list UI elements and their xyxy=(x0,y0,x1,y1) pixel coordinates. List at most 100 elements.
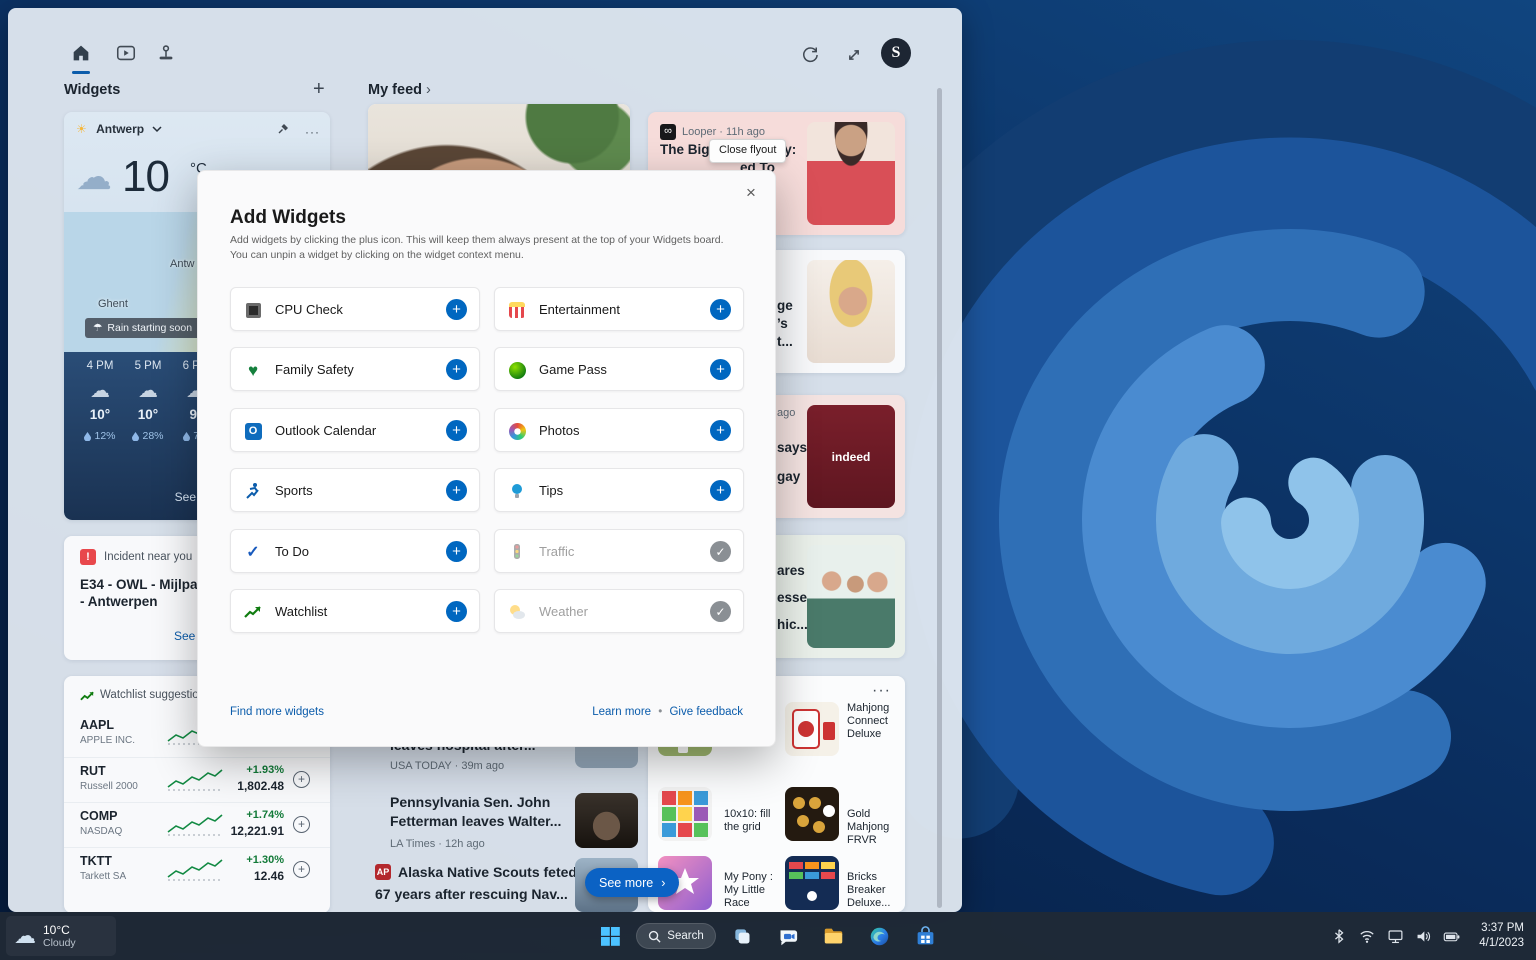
sparkline xyxy=(166,857,224,883)
game-thumbnail xyxy=(658,787,712,841)
map-city-label: Ghent xyxy=(98,298,128,310)
article-image xyxy=(807,260,895,363)
taskbar: ☁ 10°C Cloudy Search xyxy=(0,912,1536,960)
weather-location[interactable]: Antwerp xyxy=(96,122,144,136)
raindrop-icon xyxy=(132,432,139,441)
network-icon[interactable] xyxy=(1355,922,1379,950)
start-button[interactable] xyxy=(590,916,630,956)
wifi-glyph xyxy=(1359,928,1375,944)
desktop-wallpaper xyxy=(900,0,1536,960)
map-city-label: Antw xyxy=(170,258,194,270)
volume-icon[interactable] xyxy=(1411,922,1435,950)
chevron-down-icon[interactable] xyxy=(152,126,162,133)
pin-icon[interactable] xyxy=(276,122,290,136)
my-feed-header[interactable]: My feed › xyxy=(368,82,431,98)
watchlist-row[interactable]: TKTT Tarkett SA +1.30% 12.46 + xyxy=(64,847,330,892)
dialog-title: Add Widgets xyxy=(230,207,346,229)
display-icon[interactable] xyxy=(1383,922,1407,950)
video-icon xyxy=(115,42,137,64)
widget-added-indicator: ✓ xyxy=(710,541,731,562)
file-explorer-button[interactable] xyxy=(814,916,854,956)
watchlist-row[interactable]: RUT Russell 2000 +1.93% 1,802.48 + xyxy=(64,757,330,802)
umbrella-icon: ☂ xyxy=(93,322,102,334)
add-to-watchlist-button[interactable]: + xyxy=(293,771,310,788)
media-tab[interactable] xyxy=(109,36,143,70)
game-tile[interactable] xyxy=(785,856,839,910)
add-widget-button[interactable]: + xyxy=(710,480,731,501)
add-widget-header-button[interactable]: + xyxy=(313,79,325,99)
give-feedback-link[interactable]: Give feedback xyxy=(669,706,743,718)
store-icon xyxy=(915,926,936,947)
sparkline xyxy=(166,812,224,838)
current-temperature: 10 xyxy=(122,152,169,202)
add-widget-button[interactable]: + xyxy=(446,480,467,501)
board-scrollbar[interactable] xyxy=(937,88,942,908)
game-tile[interactable] xyxy=(658,787,712,841)
add-widget-button[interactable]: + xyxy=(446,541,467,562)
add-widget-button[interactable]: + xyxy=(710,299,731,320)
task-view-button[interactable] xyxy=(722,916,762,956)
raindrop-icon xyxy=(84,432,91,441)
close-flyout-tooltip: Close flyout xyxy=(709,139,786,163)
account-avatar[interactable]: S xyxy=(881,38,911,68)
watchlist-icon xyxy=(80,690,95,702)
screen: S Widgets + My feed › ☀ Antwerp ·· xyxy=(0,0,1536,960)
family-safety-icon: ♥ xyxy=(243,360,263,380)
task-view-icon xyxy=(732,926,752,946)
rain-alert-pill: ☂ Rain starting soon xyxy=(85,318,200,338)
find-more-widgets-link[interactable]: Find more widgets xyxy=(230,706,324,718)
chat-button[interactable] xyxy=(768,916,808,956)
bluetooth-icon[interactable] xyxy=(1327,922,1351,950)
see-more-button[interactable]: See more › xyxy=(585,868,679,897)
edge-browser-button[interactable] xyxy=(860,916,900,956)
games-tab[interactable] xyxy=(149,36,183,70)
home-tab[interactable] xyxy=(64,36,98,70)
expand-button[interactable] xyxy=(837,38,871,72)
search-box[interactable]: Search xyxy=(636,923,715,949)
more-options-icon[interactable]: ··· xyxy=(305,125,320,139)
widget-item-entertainment: Entertainment + xyxy=(494,287,744,331)
search-icon xyxy=(648,930,661,943)
joystick-icon xyxy=(155,42,177,64)
cloud-icon: ☁ xyxy=(76,156,112,198)
weather-icon xyxy=(508,603,526,621)
article-image xyxy=(575,793,638,848)
add-widget-button[interactable]: + xyxy=(446,420,467,441)
clock[interactable]: 3:37 PM 4/1/2023 xyxy=(1473,921,1530,951)
add-to-watchlist-button[interactable]: + xyxy=(293,861,310,878)
watchlist-row[interactable]: COMP NASDAQ +1.74% 12,221.91 + xyxy=(64,802,330,847)
game-tile[interactable] xyxy=(785,787,839,841)
taskbar-center: Search xyxy=(0,912,1536,960)
game-tile[interactable] xyxy=(785,702,839,756)
incident-headline: E34 - OWL - Mijlpaal - Antwerpen xyxy=(80,576,209,610)
edge-icon xyxy=(869,926,890,947)
chevron-right-icon: › xyxy=(661,876,665,890)
dialog-footer-links: Learn more • Give feedback xyxy=(592,706,743,718)
sparkline xyxy=(166,767,224,793)
cloud-icon: ☁ xyxy=(126,378,170,403)
add-widget-button[interactable]: + xyxy=(446,299,467,320)
microsoft-store-button[interactable] xyxy=(906,916,946,956)
speaker-glyph xyxy=(1415,928,1432,945)
to-do-icon: ✓ xyxy=(243,542,263,562)
refresh-button[interactable] xyxy=(793,38,827,72)
game-thumbnail xyxy=(785,856,839,910)
add-widgets-dialog: × Add Widgets Add widgets by clicking th… xyxy=(197,170,776,747)
cloud-icon: ☁ xyxy=(78,378,122,403)
add-widget-button[interactable]: + xyxy=(446,359,467,380)
learn-more-link[interactable]: Learn more xyxy=(592,706,651,718)
more-options-icon[interactable]: ··· xyxy=(872,682,891,700)
game-thumbnail xyxy=(785,702,839,756)
outlook-calendar-icon: O xyxy=(245,423,262,440)
add-widget-button[interactable]: + xyxy=(710,420,731,441)
add-widget-button[interactable]: + xyxy=(446,601,467,622)
raindrop-icon xyxy=(183,432,190,441)
battery-icon[interactable] xyxy=(1439,922,1463,950)
battery-glyph xyxy=(1442,928,1461,945)
add-to-watchlist-button[interactable]: + xyxy=(293,816,310,833)
widgets-section-title: Widgets xyxy=(64,82,120,98)
add-widget-button[interactable]: + xyxy=(710,359,731,380)
game-thumbnail xyxy=(785,787,839,841)
widget-item-cpu-check: CPU Check + xyxy=(230,287,480,331)
close-button[interactable]: × xyxy=(737,179,765,207)
